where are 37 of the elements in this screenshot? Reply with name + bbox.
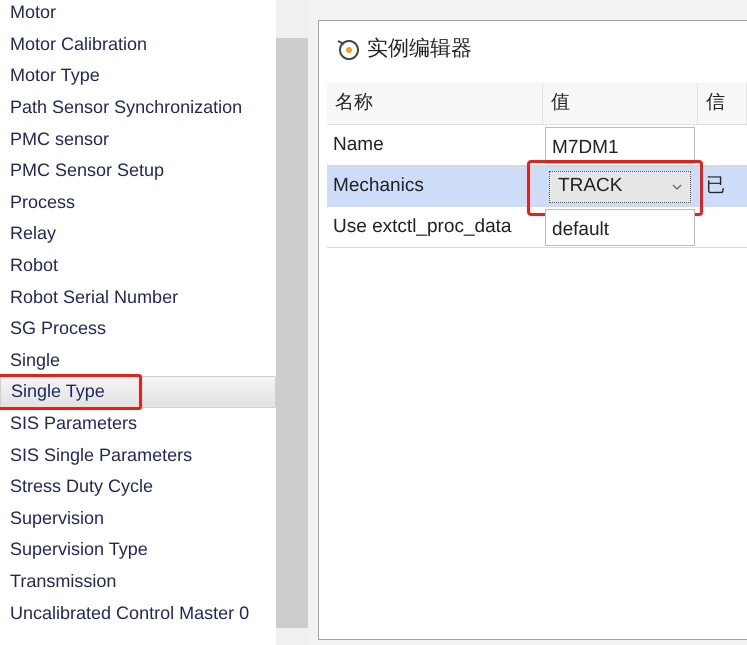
chevron-down-icon	[672, 184, 682, 190]
value-field[interactable]: M7DM1	[545, 126, 695, 164]
value-field[interactable]: default	[545, 208, 695, 246]
panel-title: 实例编辑器	[367, 36, 472, 62]
property-name: Name	[333, 132, 384, 157]
table-row[interactable]: Mechanics TRACK 已	[327, 166, 747, 207]
column-header[interactable]: 名称	[327, 83, 543, 124]
list-item[interactable]: Robot Serial Number	[0, 281, 276, 313]
property-name: Use extctl_proc_data	[333, 214, 512, 239]
list-item[interactable]: Motor	[0, 0, 276, 29]
list-item[interactable]: Single	[0, 344, 276, 376]
list-item[interactable]: SG Process	[0, 312, 276, 345]
property-name: Mechanics	[333, 174, 424, 198]
list-item[interactable]: Uncalibrated Control Master 0	[0, 597, 276, 629]
list-item[interactable]: Path Sensor Synchronization	[0, 92, 276, 124]
list-item[interactable]: Robot	[0, 250, 276, 282]
list-item[interactable]: Stress Duty Cycle	[0, 470, 276, 502]
disc-icon	[335, 37, 361, 61]
list-item[interactable]: Process	[0, 186, 276, 218]
list-item[interactable]: Transmission	[0, 566, 276, 598]
list-item[interactable]: Motor Calibration	[0, 28, 276, 60]
table-row[interactable]: Name M7DM1	[327, 125, 747, 166]
info-text: 已	[706, 174, 725, 198]
list-item[interactable]: Relay	[0, 218, 276, 250]
list-item[interactable]: SIS Parameters	[0, 408, 276, 440]
list-item[interactable]: PMC Sensor Setup	[0, 154, 276, 187]
value-dropdown[interactable]: TRACK	[549, 170, 691, 202]
list-item[interactable]: Supervision Type	[0, 534, 276, 566]
column-header[interactable]: 信	[698, 83, 747, 124]
table-row[interactable]: Use extctl_proc_data default	[327, 207, 747, 248]
list-item[interactable]: Single Type	[0, 376, 276, 408]
scrollbar-thumb[interactable]	[276, 38, 308, 628]
list-item[interactable]: SIS Single Parameters	[0, 439, 276, 471]
column-header[interactable]: 值	[543, 83, 698, 124]
list-item[interactable]: Motor Type	[0, 60, 276, 92]
list-item[interactable]: Supervision	[0, 502, 276, 534]
list-item[interactable]: PMC sensor	[0, 123, 276, 155]
